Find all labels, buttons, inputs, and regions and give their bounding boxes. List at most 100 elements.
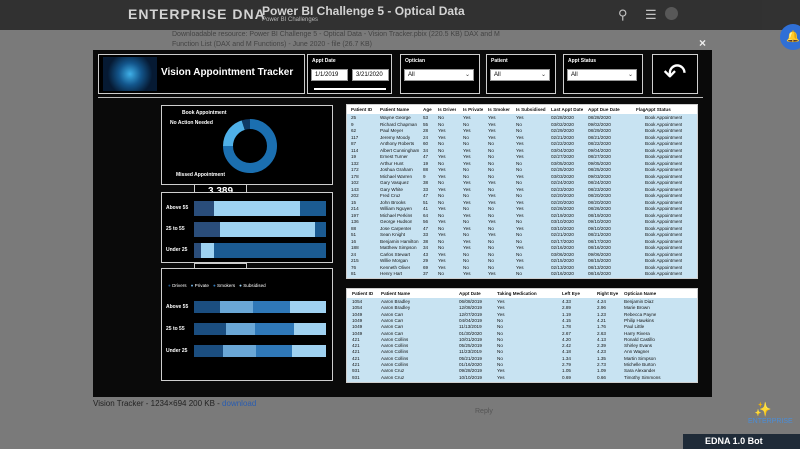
column-header[interactable]: Is Smoker <box>488 107 510 112</box>
mix-bar-segment[interactable] <box>220 301 254 313</box>
mix-bar-segment[interactable] <box>194 345 224 357</box>
close-icon[interactable]: × <box>699 36 706 50</box>
reply-button[interactable]: Reply <box>475 408 493 415</box>
column-header[interactable]: Taking Medication <box>497 291 537 296</box>
column-header[interactable]: Last Appt Date <box>551 107 583 112</box>
legend-item[interactable]: ● Subsidised <box>239 283 266 288</box>
table-cell: 33 <box>423 186 429 192</box>
table-cell: No <box>438 271 444 276</box>
age-bar-segment[interactable] <box>194 201 214 216</box>
brand-logo[interactable]: ENTERPRISE DNA <box>128 6 266 22</box>
patient-dropdown[interactable]: All ⌄ <box>490 69 550 81</box>
table-cell: 64 <box>423 212 429 218</box>
column-header[interactable]: Patient ID <box>351 107 372 112</box>
back-arrow-icon[interactable]: ↶ <box>652 54 698 94</box>
image-caption: Vision Tracker - 1234×694 200 KB - downl… <box>93 399 256 408</box>
date-to-input[interactable]: 3/21/2020 <box>352 69 389 81</box>
table-cell: Book Appointment <box>645 245 683 250</box>
column-header[interactable]: Age <box>423 107 432 112</box>
page-subtitle[interactable]: Power BI Challenges <box>262 17 318 23</box>
notification-bell-icon[interactable]: 🔔 <box>780 24 800 50</box>
table-cell: 08/19/2020 <box>588 212 611 218</box>
column-header[interactable]: Appt Due Date <box>588 107 620 112</box>
donut-slice-2[interactable] <box>241 119 251 130</box>
column-header[interactable]: Appt Status <box>645 107 671 112</box>
mix-bar-segment[interactable] <box>194 301 221 313</box>
table-cell: Yes <box>488 193 496 198</box>
mix-bar-segment[interactable] <box>223 345 257 357</box>
mix-bar-segment[interactable] <box>290 301 326 313</box>
age-bar-segment[interactable] <box>200 243 214 258</box>
table-cell: No <box>488 225 494 231</box>
age-bar-segment[interactable] <box>194 222 221 237</box>
mix-bar-segment[interactable] <box>294 323 326 335</box>
date-range-slider[interactable] <box>314 88 386 90</box>
age-bar-segment[interactable] <box>194 243 201 258</box>
search-icon[interactable]: ⚲ <box>618 7 628 23</box>
table-row[interactable]: 931 Aaron Cruz 10/10/2019 Yes 0.69 0.66 Timoth… <box>347 375 697 381</box>
column-header[interactable]: Left Eye <box>562 291 580 296</box>
patient-slicer[interactable]: Patient All ⌄ <box>486 54 556 94</box>
table-cell: Aaron Collins <box>381 336 409 342</box>
table-cell: No <box>516 121 522 127</box>
appt-date-slicer[interactable]: Appt Date 1/1/2019 3/21/2020 <box>307 54 392 94</box>
table-row[interactable]: 81 Henry Hart 37 No Yes Yes No 02/16/2020 08/16/… <box>347 271 697 278</box>
table-cell: 172 <box>351 167 359 172</box>
mix-bar-segment[interactable] <box>194 323 226 335</box>
age-bar-segment[interactable] <box>315 222 326 237</box>
age-bar-segment[interactable] <box>213 201 300 216</box>
mix-bar-segment[interactable] <box>256 345 292 357</box>
table-cell: Kenneth Oliver <box>380 264 411 270</box>
table-cell: Fred Cruz <box>380 193 401 198</box>
mix-bar-segment[interactable] <box>254 323 295 335</box>
table-cell: Yes <box>438 219 446 224</box>
age-bar-segment[interactable] <box>220 222 316 237</box>
table-cell: Yes <box>488 219 496 224</box>
column-header[interactable]: Optician Name <box>624 291 656 296</box>
column-header[interactable]: Is Private <box>463 107 483 112</box>
column-header[interactable]: Patient Name <box>380 107 409 112</box>
legend-item[interactable]: ● Drivers <box>168 283 187 288</box>
legend-dot-icon: ● <box>190 283 194 288</box>
appt-status-value: All <box>571 72 578 78</box>
column-header[interactable]: Right Eye <box>597 291 618 296</box>
optician-slicer[interactable]: Optician All ⌄ <box>400 54 480 94</box>
table-cell: 02/25/2020 <box>551 167 574 172</box>
menu-icon[interactable]: ☰ <box>645 7 657 23</box>
table-cell: Yes <box>438 232 446 237</box>
avatar[interactable] <box>665 7 678 20</box>
date-from-input[interactable]: 1/1/2019 <box>311 69 348 81</box>
donut-slice-1[interactable] <box>223 120 246 147</box>
legend-item[interactable]: ● Private <box>191 283 209 288</box>
table-cell: 09/06/2020 <box>588 251 611 257</box>
table-cell: 08/25/2020 <box>588 167 611 172</box>
table-cell: No <box>488 160 494 166</box>
mix-bar-segment[interactable] <box>253 301 291 313</box>
chevron-down-icon: ⌄ <box>627 72 633 78</box>
age-bar-segment[interactable] <box>299 201 326 216</box>
table-cell: 421 <box>352 355 360 361</box>
legend-item[interactable]: ● Smokers <box>213 283 235 288</box>
table-cell: Yes <box>516 258 524 263</box>
chat-bot-bar[interactable]: EDNA 1.0 Bot <box>683 434 800 449</box>
column-header[interactable]: Appt Date <box>459 291 481 296</box>
column-header[interactable]: Patient Name <box>381 291 410 296</box>
column-header[interactable]: Is Driver <box>438 107 456 112</box>
download-link[interactable]: download <box>222 399 256 408</box>
table-cell: No <box>463 121 469 127</box>
optician-dropdown[interactable]: All ⌄ <box>404 69 474 81</box>
table-cell: 2.63 <box>597 330 606 336</box>
age-bar-segment[interactable] <box>213 243 326 258</box>
patient-table[interactable]: Patient ID Patient Name Age Is Driver Is Pri… <box>346 104 698 279</box>
forum-topbar: ENTERPRISE DNA Power BI Challenge 5 - Op… <box>0 0 800 30</box>
table-cell: 202 <box>351 193 359 198</box>
table-cell: 143 <box>351 186 359 192</box>
table-cell: Yes <box>516 134 524 140</box>
mix-bar-segment[interactable] <box>291 345 326 357</box>
appt-status-dropdown[interactable]: All ⌄ <box>567 69 637 81</box>
column-header[interactable]: Is Subsidised <box>516 107 546 112</box>
mix-bar-segment[interactable] <box>225 323 255 335</box>
appt-status-slicer[interactable]: Appt Status All ⌄ <box>563 54 643 94</box>
appointment-table[interactable]: Patient ID Patient Name Appt Date Taking Me… <box>346 288 698 383</box>
column-header[interactable]: Patient ID <box>352 291 373 296</box>
